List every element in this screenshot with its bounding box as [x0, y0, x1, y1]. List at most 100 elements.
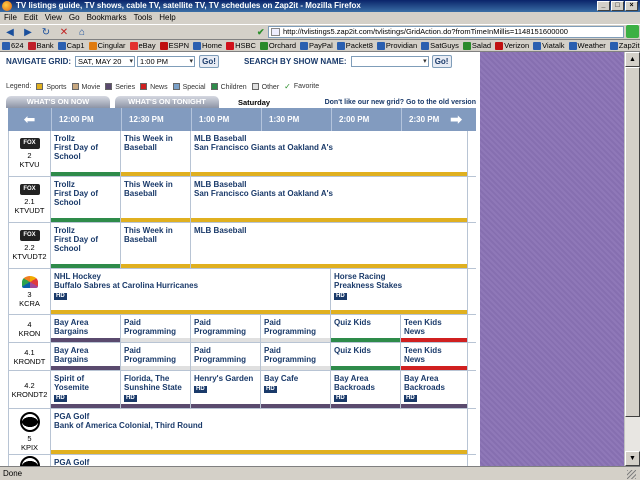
program-title[interactable]: Bay Area Backroads	[334, 374, 397, 392]
program-title[interactable]: Quiz Kids	[334, 346, 397, 355]
next-time-arrow-icon[interactable]: ➡	[450, 108, 462, 131]
bookmark-salad[interactable]: Salad	[462, 41, 491, 50]
program-title[interactable]: Spirit of Yosemite	[54, 374, 117, 392]
menu-item-file[interactable]: File	[4, 12, 17, 24]
program-cell[interactable]: Spirit of Yosemite HD	[51, 371, 121, 408]
bookmark-espn[interactable]: ESPN	[159, 41, 189, 50]
channel-cell[interactable]: FOX 2.2 KTVUDT2	[8, 223, 51, 268]
search-input[interactable]	[350, 55, 429, 67]
back-icon[interactable]: ◀	[2, 25, 18, 39]
channel-cell[interactable]: 5 KPIX	[8, 409, 51, 454]
bookmark-paypal[interactable]: PayPal	[300, 41, 333, 50]
channel-call-sign[interactable]: KTVUDT	[15, 206, 45, 215]
channel-call-sign[interactable]: KRON	[19, 329, 41, 338]
bookmark-packet8[interactable]: Packet8	[336, 41, 373, 50]
program-title[interactable]: Trollz	[54, 180, 117, 189]
prev-time-arrow-icon[interactable]: ⬅	[8, 108, 51, 131]
channel-call-sign[interactable]: KTVUDT2	[12, 252, 46, 261]
bookmark-verizon[interactable]: Verizon	[495, 41, 529, 50]
program-cell[interactable]: This Week in Baseball	[121, 177, 191, 222]
bookmark-cap1[interactable]: Cap1	[57, 41, 85, 50]
program-title[interactable]: Bay Cafe	[264, 374, 327, 383]
channel-cell[interactable]: 4 KRON	[8, 315, 51, 342]
program-cell[interactable]: MLB Baseball San Francisco Giants at Oakl…	[191, 177, 468, 222]
bookmark-home[interactable]: Home	[193, 41, 222, 50]
channel-cell[interactable]: 4.1 KRONDT	[8, 343, 51, 370]
bookmark-624[interactable]: 624	[2, 41, 24, 50]
go-arrow-icon[interactable]: ✔	[257, 27, 265, 38]
search-go-button[interactable]: Go!	[431, 54, 452, 68]
go-button[interactable]	[626, 25, 639, 38]
program-title[interactable]: PGA Golf	[54, 412, 464, 421]
old-version-link[interactable]: Don't like our new grid? Go to the old v…	[325, 99, 476, 106]
home-icon[interactable]: ⌂	[74, 25, 90, 39]
program-cell[interactable]: Paid Programming	[261, 315, 331, 342]
program-cell[interactable]: PGA GolfBank of America Colonial, Third …	[51, 409, 468, 454]
scroll-up-icon[interactable]: ▲	[625, 52, 640, 67]
program-cell[interactable]: NHL Hockey Buffalo Sabres at Carolina Hur…	[51, 269, 331, 314]
program-cell[interactable]: Bay Area Bargains	[51, 343, 121, 370]
address-bar[interactable]: http://tvlistings5.zap2it.com/tvlistings…	[268, 26, 624, 38]
program-title[interactable]: Florida, The Sunshine State	[124, 374, 187, 392]
tab-whats-on-tonight[interactable]: WHAT'S ON TONIGHT	[115, 96, 219, 108]
program-title[interactable]: Teen Kids News	[404, 346, 464, 364]
scroll-down-icon[interactable]: ▼	[625, 451, 640, 466]
minimize-icon[interactable]: _	[597, 1, 610, 11]
program-title[interactable]: Paid Programming	[264, 318, 327, 336]
program-cell[interactable]: MLB Baseball San Francisco Giants at Oakl…	[191, 131, 468, 176]
channel-cell[interactable]: FOX 2.1 KTVUDT	[8, 177, 51, 222]
channel-call-sign[interactable]: KPIX	[21, 443, 38, 452]
program-cell[interactable]: Bay Area Backroads HD	[331, 371, 401, 408]
program-cell[interactable]: Bay Area Bargains	[51, 315, 121, 342]
time-select[interactable]: 1:00 PM	[137, 55, 196, 67]
channel-call-sign[interactable]: KTVU	[19, 160, 39, 169]
program-title[interactable]: Henry's Garden	[194, 374, 257, 383]
channel-call-sign[interactable]: KRONDT	[14, 357, 46, 366]
program-cell[interactable]: Trollz First Day of School	[51, 177, 121, 222]
menu-item-help[interactable]: Help	[159, 12, 175, 24]
program-cell[interactable]: Paid Programming	[261, 343, 331, 370]
program-title[interactable]: Paid Programming	[264, 346, 327, 364]
bookmark-bank[interactable]: Bank	[27, 41, 54, 50]
channel-cell[interactable]: FOX 2 KTVU	[8, 131, 51, 176]
program-title[interactable]: Bay Area Bargains	[54, 318, 117, 336]
program-cell[interactable]: Quiz Kids	[331, 315, 401, 342]
program-cell[interactable]: Paid Programming	[121, 315, 191, 342]
bookmark-orchard[interactable]: Orchard	[259, 41, 296, 50]
program-title[interactable]: Paid Programming	[124, 346, 187, 364]
program-title[interactable]: MLB Baseball	[194, 226, 464, 235]
program-cell[interactable]: This Week in Baseball	[121, 223, 191, 268]
program-title[interactable]: This Week in Baseball	[124, 134, 187, 152]
bookmark-zap2it[interactable]: Zap2it	[609, 41, 640, 50]
program-cell[interactable]: Henry's Garden HD	[191, 371, 261, 408]
menu-item-tools[interactable]: Tools	[134, 12, 153, 24]
program-cell[interactable]: Trollz First Day of School	[51, 131, 121, 176]
program-cell[interactable]: Trollz First Day of School	[51, 223, 121, 268]
program-cell[interactable]: This Week in Baseball	[121, 131, 191, 176]
date-select[interactable]: SAT, MAY 20	[75, 55, 136, 67]
program-cell[interactable]: Paid Programming	[191, 315, 261, 342]
program-cell[interactable]: Bay Area Backroads HD	[401, 371, 468, 408]
program-title[interactable]: Paid Programming	[124, 318, 187, 336]
menu-item-bookmarks[interactable]: Bookmarks	[87, 12, 127, 24]
program-cell[interactable]: Quiz Kids	[331, 343, 401, 370]
program-cell[interactable]: Teen Kids News	[401, 315, 468, 342]
program-title[interactable]: Paid Programming	[194, 318, 257, 336]
program-title[interactable]: Trollz	[54, 134, 117, 143]
program-title[interactable]: Paid Programming	[194, 346, 257, 364]
bookmark-satguys[interactable]: SatGuys	[421, 41, 459, 50]
bookmark-hsbc[interactable]: HSBC	[226, 41, 256, 50]
program-title[interactable]: Horse Racing	[334, 272, 464, 281]
program-title[interactable]: MLB Baseball	[194, 180, 464, 189]
resize-grip-icon[interactable]	[627, 470, 636, 479]
menu-item-view[interactable]: View	[45, 12, 62, 24]
program-title[interactable]: PGA Golf	[54, 458, 464, 466]
stop-icon[interactable]: ✕	[56, 25, 72, 39]
bookmark-cingular[interactable]: Cingular	[88, 41, 126, 50]
channel-call-sign[interactable]: KRONDT2	[12, 390, 48, 399]
program-title[interactable]: Bay Area Backroads	[404, 374, 464, 392]
channel-call-sign[interactable]: KCRA	[19, 299, 40, 308]
bookmark-providian[interactable]: Providian	[376, 41, 417, 50]
program-cell[interactable]: Teen Kids News	[401, 343, 468, 370]
program-title[interactable]: Quiz Kids	[334, 318, 397, 327]
